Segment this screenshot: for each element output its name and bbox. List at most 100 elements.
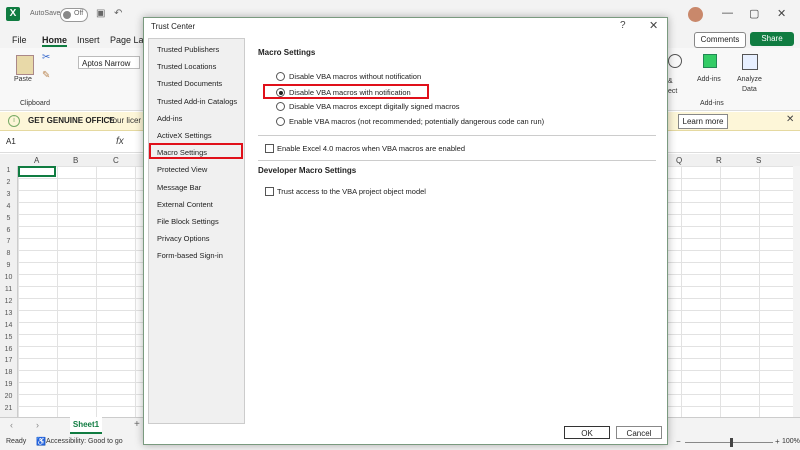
row-header[interactable]: 11 — [0, 286, 17, 293]
column-header[interactable]: C — [113, 156, 119, 165]
row-header[interactable]: 15 — [0, 334, 17, 341]
paste-icon[interactable] — [16, 55, 34, 75]
cancel-button[interactable]: Cancel — [616, 426, 662, 439]
row-header[interactable]: 4 — [0, 203, 17, 210]
row-header[interactable]: 5 — [0, 215, 17, 222]
row-header[interactable]: 20 — [0, 393, 17, 400]
help-icon[interactable]: ? — [620, 20, 626, 31]
message-close-icon[interactable]: ✕ — [786, 114, 794, 125]
row-header[interactable]: 10 — [0, 274, 17, 281]
accessibility-icon: ♿ — [36, 437, 46, 446]
nav-item-form-based-sign-in[interactable]: Form-based Sign-in — [157, 251, 223, 260]
excel-logo-icon: X — [6, 7, 20, 21]
selected-option-highlight — [263, 84, 429, 99]
nav-item-message-bar[interactable]: Message Bar — [157, 183, 201, 192]
zoom-thumb[interactable] — [730, 438, 733, 447]
undo-icon[interactable]: ↶ — [114, 8, 122, 19]
nav-item-file-block-settings[interactable]: File Block Settings — [157, 217, 219, 226]
save-icon[interactable]: ▣ — [96, 8, 105, 19]
autosave-toggle[interactable]: Off — [60, 8, 88, 22]
sheet-tab-sheet1[interactable]: Sheet1 — [70, 417, 102, 434]
option-label[interactable]: Disable VBA macros except digitally sign… — [289, 102, 460, 111]
minimize-icon[interactable]: — — [722, 7, 733, 19]
menu-file[interactable]: File — [12, 35, 27, 45]
excel4-macros-checkbox[interactable] — [265, 144, 274, 153]
zoom-out-icon[interactable]: − — [676, 437, 681, 446]
row-header[interactable]: 6 — [0, 227, 17, 234]
column-header[interactable]: S — [756, 156, 761, 165]
row-header[interactable]: 19 — [0, 381, 17, 388]
avatar[interactable] — [688, 7, 703, 22]
vba-trust-label[interactable]: Trust access to the VBA project object m… — [277, 187, 426, 196]
excel4-macros-label[interactable]: Enable Excel 4.0 macros when VBA macros … — [277, 144, 465, 153]
nav-item-privacy-options[interactable]: Privacy Options — [157, 234, 210, 243]
column-header[interactable]: A — [34, 156, 39, 165]
menu-page-layout[interactable]: Page La — [110, 35, 144, 45]
menu-home[interactable]: Home — [42, 35, 68, 47]
nav-item-protected-view[interactable]: Protected View — [157, 165, 207, 174]
menu-insert[interactable]: Insert — [77, 35, 100, 45]
analyze-label[interactable]: Analyze — [737, 76, 762, 83]
nav-item-trusted-add-in-catalogs[interactable]: Trusted Add-in Catalogs — [157, 97, 237, 106]
column-header[interactable]: R — [716, 156, 722, 165]
cut-icon[interactable]: ✂ — [42, 52, 50, 63]
row-header[interactable]: 1 — [0, 167, 17, 174]
row-header[interactable]: 13 — [0, 310, 17, 317]
status-accessibility[interactable]: Accessibility: Good to go — [46, 438, 123, 445]
row-header[interactable]: 9 — [0, 262, 17, 269]
dialog-close-icon[interactable]: ✕ — [649, 19, 658, 32]
radio-disable-without-notification[interactable] — [276, 72, 285, 81]
name-box[interactable]: A1 — [6, 137, 16, 146]
window-close-icon[interactable]: ✕ — [777, 7, 786, 20]
row-header[interactable]: 8 — [0, 250, 17, 257]
nav-item-external-content[interactable]: External Content — [157, 200, 213, 209]
next-sheet-icon[interactable]: › — [36, 420, 39, 430]
row-header[interactable]: 14 — [0, 322, 17, 329]
addins-label[interactable]: Add-ins — [697, 76, 721, 83]
font-name-input[interactable]: Aptos Narrow — [78, 56, 140, 69]
ribbon-select[interactable]: ect — [668, 88, 677, 95]
column-header[interactable]: Q — [676, 156, 682, 165]
zoom-level[interactable]: 100% — [782, 438, 800, 445]
radio-enable-all[interactable] — [276, 117, 285, 126]
nav-item-add-ins[interactable]: Add-ins — [157, 114, 182, 123]
column-header[interactable]: B — [73, 156, 78, 165]
addins-icon[interactable] — [703, 54, 717, 68]
macro-settings-highlight — [149, 143, 243, 159]
format-painter-icon[interactable]: ✎ — [42, 70, 50, 81]
row-header[interactable]: 16 — [0, 346, 17, 353]
option-label[interactable]: Enable VBA macros (not recommended; pote… — [289, 117, 544, 126]
zoom-in-icon[interactable]: + — [775, 437, 780, 446]
row-header[interactable]: 17 — [0, 357, 17, 364]
row-header[interactable]: 21 — [0, 405, 17, 412]
nav-item-activex-settings[interactable]: ActiveX Settings — [157, 131, 212, 140]
clipboard-group-label: Clipboard — [20, 100, 50, 107]
restore-icon[interactable]: ▢ — [749, 7, 759, 20]
fx-icon[interactable]: fx — [116, 136, 124, 147]
find-icon[interactable] — [668, 54, 682, 68]
vertical-scrollbar[interactable] — [793, 166, 800, 417]
ok-button[interactable]: OK — [564, 426, 610, 439]
row-header[interactable]: 18 — [0, 369, 17, 376]
macro-settings-header: Macro Settings — [258, 48, 316, 57]
data-label[interactable]: Data — [742, 86, 757, 93]
learn-more-button[interactable]: Learn more — [678, 114, 728, 129]
share-button[interactable]: Share — [750, 32, 794, 46]
nav-item-trusted-documents[interactable]: Trusted Documents — [157, 79, 222, 88]
info-icon: i — [8, 115, 20, 127]
analyze-data-icon[interactable] — [742, 54, 758, 70]
vba-trust-checkbox[interactable] — [265, 187, 274, 196]
row-header[interactable]: 2 — [0, 179, 17, 186]
zoom-slider[interactable] — [685, 442, 773, 443]
radio-disable-except-signed[interactable] — [276, 102, 285, 111]
row-header[interactable]: 7 — [0, 238, 17, 245]
add-sheet-icon[interactable]: + — [134, 419, 140, 430]
option-label[interactable]: Disable VBA macros without notification — [289, 72, 421, 81]
nav-item-trusted-locations[interactable]: Trusted Locations — [157, 62, 216, 71]
row-header[interactable]: 3 — [0, 191, 17, 198]
nav-item-trusted-publishers[interactable]: Trusted Publishers — [157, 45, 219, 54]
prev-sheet-icon[interactable]: ‹ — [10, 420, 13, 430]
comments-button[interactable]: Comments — [694, 32, 746, 48]
row-header[interactable]: 12 — [0, 298, 17, 305]
selected-cell[interactable] — [18, 166, 56, 177]
